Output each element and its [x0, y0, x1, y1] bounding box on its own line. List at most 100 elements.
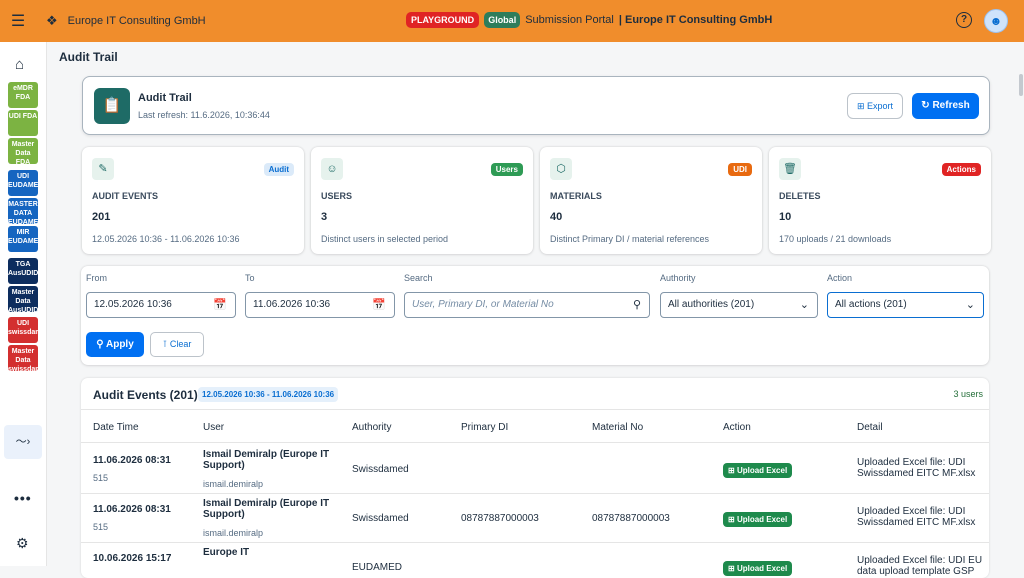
event-id: 515: [93, 473, 109, 483]
clipboard-icon: 📋: [94, 88, 130, 124]
card-value: 201: [92, 211, 111, 223]
table-header: Date Time User Authority Primary DI Mate…: [81, 409, 989, 443]
card-tag: Audit: [263, 163, 294, 176]
card-label: MATERIALS: [550, 191, 602, 201]
company-name[interactable]: Europe IT Consulting GmbH: [68, 15, 206, 27]
column-header[interactable]: User: [203, 422, 224, 433]
authority: Swissdamed: [352, 464, 409, 475]
filter-bar: From 12.05.2026 10:36 📅 To 11.06.2026 10:…: [81, 266, 989, 365]
range-badge: 12.05.2026 10:36 - 11.06.2026 10:36: [198, 387, 339, 402]
menu-icon[interactable]: ☰: [8, 11, 28, 31]
authority-select[interactable]: All authorities (201) ⌄: [660, 292, 818, 318]
action-label: Action: [827, 273, 853, 283]
column-header[interactable]: Date Time: [93, 422, 139, 433]
users-card: ☺ Users USERS 3 Distinct users in select…: [311, 147, 533, 254]
card-value: 3: [321, 211, 328, 223]
sidebar-app-tile[interactable]: Master Data swissdamed: [8, 345, 38, 371]
trail-icon[interactable]: 〜›: [4, 425, 42, 459]
home-icon[interactable]: ⌂: [15, 56, 24, 73]
chevron-down-icon: ⌄: [799, 299, 809, 311]
authority-label: Authority: [660, 273, 696, 283]
sidebar-app-tile[interactable]: UDI EUDAMED: [8, 170, 38, 196]
pin-icon[interactable]: ❖: [46, 13, 58, 29]
table-row[interactable]: 11.06.2026 08:31 515 Ismail Demiralp (Euro…: [81, 445, 989, 494]
card-sub: Distinct Primary DI / material reference…: [550, 234, 710, 244]
audit-events-card: ✎ Audit AUDIT EVENTS 201 12.05.2026 10:3…: [82, 147, 304, 254]
help-icon[interactable]: ?: [956, 12, 972, 28]
header-card: 📋 Audit Trail Last refresh: 11.6.2026, 1…: [82, 76, 990, 135]
refresh-button[interactable]: ↻ Refresh: [912, 93, 979, 119]
users-count: 3 users: [953, 389, 983, 399]
export-icon: ⊞: [856, 101, 865, 111]
scrollbar[interactable]: [1019, 74, 1023, 96]
apply-button[interactable]: ⚲ Apply: [86, 332, 144, 357]
trash-icon: 🗑: [779, 158, 801, 180]
clipboard-icon: ✎: [92, 158, 114, 180]
filter-clear-icon: ⊺: [162, 339, 168, 349]
deletes-card: 🗑 Actions DELETES 10 170 uploads / 21 do…: [769, 147, 991, 254]
material-no: 08787887000003: [592, 513, 670, 524]
table-row[interactable]: 10.06.2026 15:17 Europe IT EUDAMED ⊞ Upload…: [81, 543, 989, 578]
avatar[interactable]: ☻: [984, 9, 1008, 33]
search-icon[interactable]: ⚲: [633, 293, 641, 317]
authority: Swissdamed: [352, 513, 409, 524]
search-input[interactable]: User, Primary DI, or Material No ⚲: [404, 292, 650, 318]
user-login: ismail.demiralp: [203, 479, 264, 489]
card-value: 10: [779, 211, 792, 223]
global-badge: Global: [484, 12, 521, 28]
column-header[interactable]: Authority: [352, 422, 391, 433]
chevron-down-icon: ⌄: [965, 299, 975, 311]
authority: EUDAMED: [352, 562, 403, 573]
table-title: Audit Events (201): [93, 388, 198, 402]
sidebar-app-tile[interactable]: Master Data AusUDID: [8, 286, 38, 312]
sidebar-app-tile[interactable]: UDI swissdamed: [8, 317, 38, 343]
sidebar-app-tile[interactable]: UDI FDA: [8, 110, 38, 136]
side-navigation: ⌂ eMDR FDA UDI FDA Master Data FDA UDI EUDA…: [0, 42, 47, 566]
main-content: Audit Trail 📋 Audit Trail Last refresh: …: [48, 42, 1024, 578]
card-sub: Distinct users in selected period: [321, 234, 449, 244]
last-refresh: Last refresh: 11.6.2026, 10:36:44: [138, 110, 270, 120]
search-label: Search: [404, 273, 433, 283]
action-badge: ⊞ Upload Excel: [723, 512, 793, 527]
detail: Uploaded Excel file: UDI Swissdamed EITC…: [857, 457, 976, 479]
package-icon: ⬡: [550, 158, 572, 180]
column-header[interactable]: Action: [723, 422, 751, 433]
column-header[interactable]: Primary DI: [461, 422, 508, 433]
column-header[interactable]: Material No: [592, 422, 643, 433]
action-select[interactable]: All actions (201) ⌄: [827, 292, 984, 318]
gear-icon[interactable]: ⚙: [16, 535, 29, 552]
sidebar-app-tile[interactable]: eMDR FDA: [8, 82, 38, 108]
date-time: 10.06.2026 15:17: [93, 553, 172, 564]
to-field[interactable]: 11.06.2026 10:36 📅: [245, 292, 395, 318]
materials-card: ⬡ UDI MATERIALS 40 Distinct Primary DI /…: [540, 147, 762, 254]
more-icon[interactable]: •••: [14, 490, 32, 506]
action-badge: ⊞ Upload Excel: [723, 561, 793, 576]
header-title: Audit Trail: [138, 92, 192, 104]
table-row[interactable]: 11.06.2026 08:31 515 Ismail Demiralp (Euro…: [81, 494, 989, 543]
sidebar-app-tile[interactable]: MIR EUDAMED: [8, 226, 38, 252]
column-header[interactable]: Detail: [857, 422, 883, 433]
portal-name: Submission Portal: [525, 14, 614, 26]
sidebar-app-tile[interactable]: MASTER DATA EUDAMED: [8, 198, 38, 224]
event-id: 515: [93, 522, 109, 532]
sidebar-app-tile[interactable]: Master Data FDA: [8, 138, 38, 164]
card-label: DELETES: [779, 191, 821, 201]
calendar-icon[interactable]: 📅: [213, 293, 227, 317]
from-field[interactable]: 12.05.2026 10:36 📅: [86, 292, 236, 318]
card-tag: UDI: [728, 163, 752, 176]
audit-events-table: Audit Events (201) 12.05.2026 10:36 - 11…: [81, 378, 989, 578]
calendar-icon[interactable]: 📅: [372, 293, 386, 317]
sidebar-app-tile[interactable]: TGA AusUDID: [8, 258, 38, 284]
search-icon: ⚲: [96, 339, 104, 350]
clear-button[interactable]: ⊺ Clear: [150, 332, 204, 357]
card-tag: Users: [490, 163, 523, 176]
card-tag: Actions: [941, 163, 981, 176]
detail: Uploaded Excel file: UDI Swissdamed EITC…: [857, 506, 976, 528]
date-time: 11.06.2026 08:31: [93, 455, 171, 466]
detail: Uploaded Excel file: UDI EU data upload …: [857, 555, 983, 577]
user-name: Europe IT: [203, 547, 250, 558]
user-name: Ismail Demiralp (Europe IT Support): [203, 449, 330, 471]
playground-badge: PLAYGROUND: [406, 12, 480, 28]
export-button[interactable]: ⊞ Export: [847, 93, 903, 119]
card-sub: 170 uploads / 21 downloads: [779, 234, 892, 244]
